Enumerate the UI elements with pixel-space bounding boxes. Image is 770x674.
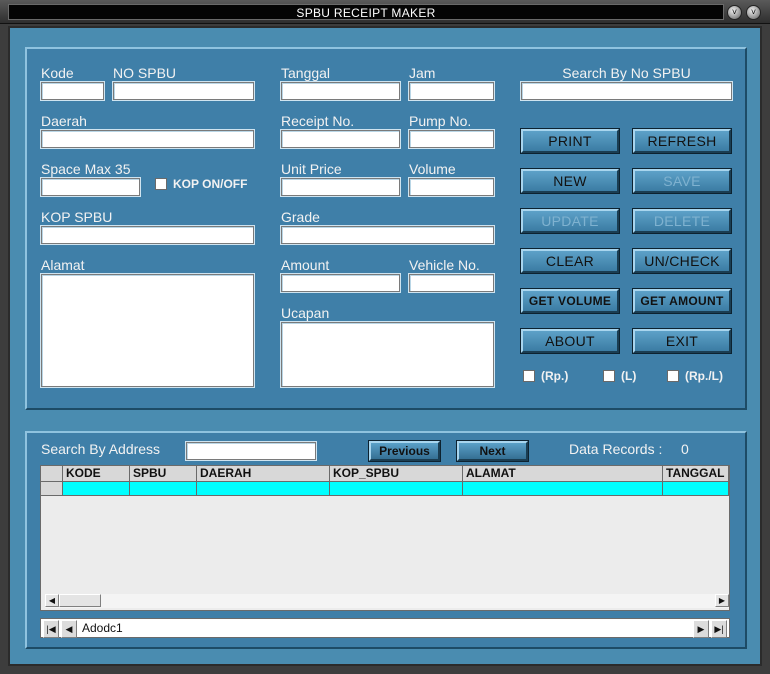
title-well: SPBU RECEIPT MAKER [8,4,724,20]
rp-checkbox[interactable] [523,370,535,382]
table-cell[interactable] [463,482,663,496]
new-button[interactable]: NEW [521,169,619,193]
pump-no-label: Pump No. [409,113,472,129]
move-first-icon[interactable]: |◀ [43,620,59,638]
unit-price-label: Unit Price [281,161,342,177]
get-volume-button[interactable]: GET VOLUME [521,289,619,313]
move-next-icon[interactable]: ▶ [693,620,709,638]
kop-toggle-checkbox[interactable] [155,178,167,190]
alamat-textarea[interactable] [41,274,254,387]
tanggal-input[interactable] [281,82,400,100]
search-no-spbu-label: Search By No SPBU [562,65,691,81]
kode-label: Kode [41,65,74,81]
vehicle-no-input[interactable] [409,274,494,292]
search-no-spbu-input[interactable] [521,82,732,100]
grade-label: Grade [281,209,320,225]
delete-button[interactable]: DELETE [633,209,731,233]
kop-spbu-input[interactable] [41,226,254,244]
unit-price-input[interactable] [281,178,400,196]
grid-corner [41,466,63,482]
table-cell[interactable] [663,482,729,496]
table-cell[interactable] [63,482,130,496]
column-header-kode[interactable]: KODE [63,466,130,482]
no-spbu-input[interactable] [113,82,254,100]
column-header-kop-spbu[interactable]: KOP_SPBU [330,466,463,482]
liter-checkbox[interactable] [603,370,615,382]
exit-button[interactable]: EXIT [633,329,731,353]
pump-no-input[interactable] [409,130,494,148]
amount-input[interactable] [281,274,400,292]
table-cell[interactable] [130,482,197,496]
jam-input[interactable] [409,82,494,100]
rp-per-liter-checkbox[interactable] [667,370,679,382]
table-cell[interactable] [330,482,463,496]
tanggal-label: Tanggal [281,65,331,81]
data-grid[interactable]: KODE SPBU DAERAH KOP_SPBU ALAMAT TANGGAL… [40,465,730,611]
table-cell[interactable] [197,482,330,496]
data-records-label: Data Records : [569,441,663,457]
save-button[interactable]: SAVE [633,169,731,193]
rp-per-liter-checkbox-label: (Rp./L) [685,369,723,383]
kop-toggle-label: KOP ON/OFF [173,177,248,191]
adodc-caption: Adodc1 [82,621,123,635]
grade-input[interactable] [281,226,494,244]
next-button[interactable]: Next [457,441,528,461]
data-records-count: 0 [681,441,689,457]
horizontal-scrollbar[interactable]: ◀ ▶ [45,594,729,608]
receipt-no-label: Receipt No. [281,113,355,129]
receipt-no-input[interactable] [281,130,400,148]
row-selector[interactable] [41,482,63,496]
move-last-icon[interactable]: ▶| [711,620,727,638]
ucapan-textarea[interactable] [281,322,494,387]
volume-label: Volume [409,161,456,177]
daerah-label: Daerah [41,113,87,129]
print-button[interactable]: PRINT [521,129,619,153]
space-max-label: Space Max 35 [41,161,131,177]
space-max-input[interactable] [41,178,140,196]
clear-button[interactable]: CLEAR [521,249,619,273]
title-bar[interactable]: SPBU RECEIPT MAKER ˅ ˅ [0,0,770,24]
daerah-input[interactable] [41,130,254,148]
uncheck-button[interactable]: UN/CHECK [633,249,731,273]
window-title: SPBU RECEIPT MAKER [296,6,436,20]
search-address-label: Search By Address [41,441,161,457]
kop-spbu-label: KOP SPBU [41,209,113,225]
get-amount-button[interactable]: GET AMOUNT [633,289,731,313]
update-button[interactable]: UPDATE [521,209,619,233]
refresh-button[interactable]: REFRESH [633,129,731,153]
column-header-alamat[interactable]: ALAMAT [463,466,663,482]
scroll-right-icon[interactable]: ▶ [715,594,729,607]
move-previous-icon[interactable]: ◀ [61,620,77,638]
vehicle-no-label: Vehicle No. [409,257,480,273]
amount-label: Amount [281,257,330,273]
rp-checkbox-label: (Rp.) [541,369,569,383]
volume-input[interactable] [409,178,494,196]
column-header-spbu[interactable]: SPBU [130,466,197,482]
adodc-navigator: |◀ ◀ Adodc1 ▶ ▶| [40,618,730,638]
previous-button[interactable]: Previous [369,441,440,461]
column-header-daerah[interactable]: DAERAH [197,466,330,482]
scroll-left-icon[interactable]: ◀ [45,594,59,607]
ucapan-label: Ucapan [281,305,330,321]
no-spbu-label: NO SPBU [113,65,177,81]
close-icon[interactable]: ˅ [746,5,761,20]
kode-input[interactable] [41,82,104,100]
scroll-thumb[interactable] [59,594,101,607]
alamat-label: Alamat [41,257,85,273]
about-button[interactable]: ABOUT [521,329,619,353]
minimize-icon[interactable]: ˅ [727,5,742,20]
jam-label: Jam [409,65,436,81]
liter-checkbox-label: (L) [621,369,637,383]
search-address-input[interactable] [186,442,316,460]
column-header-tanggal[interactable]: TANGGAL [663,466,729,482]
